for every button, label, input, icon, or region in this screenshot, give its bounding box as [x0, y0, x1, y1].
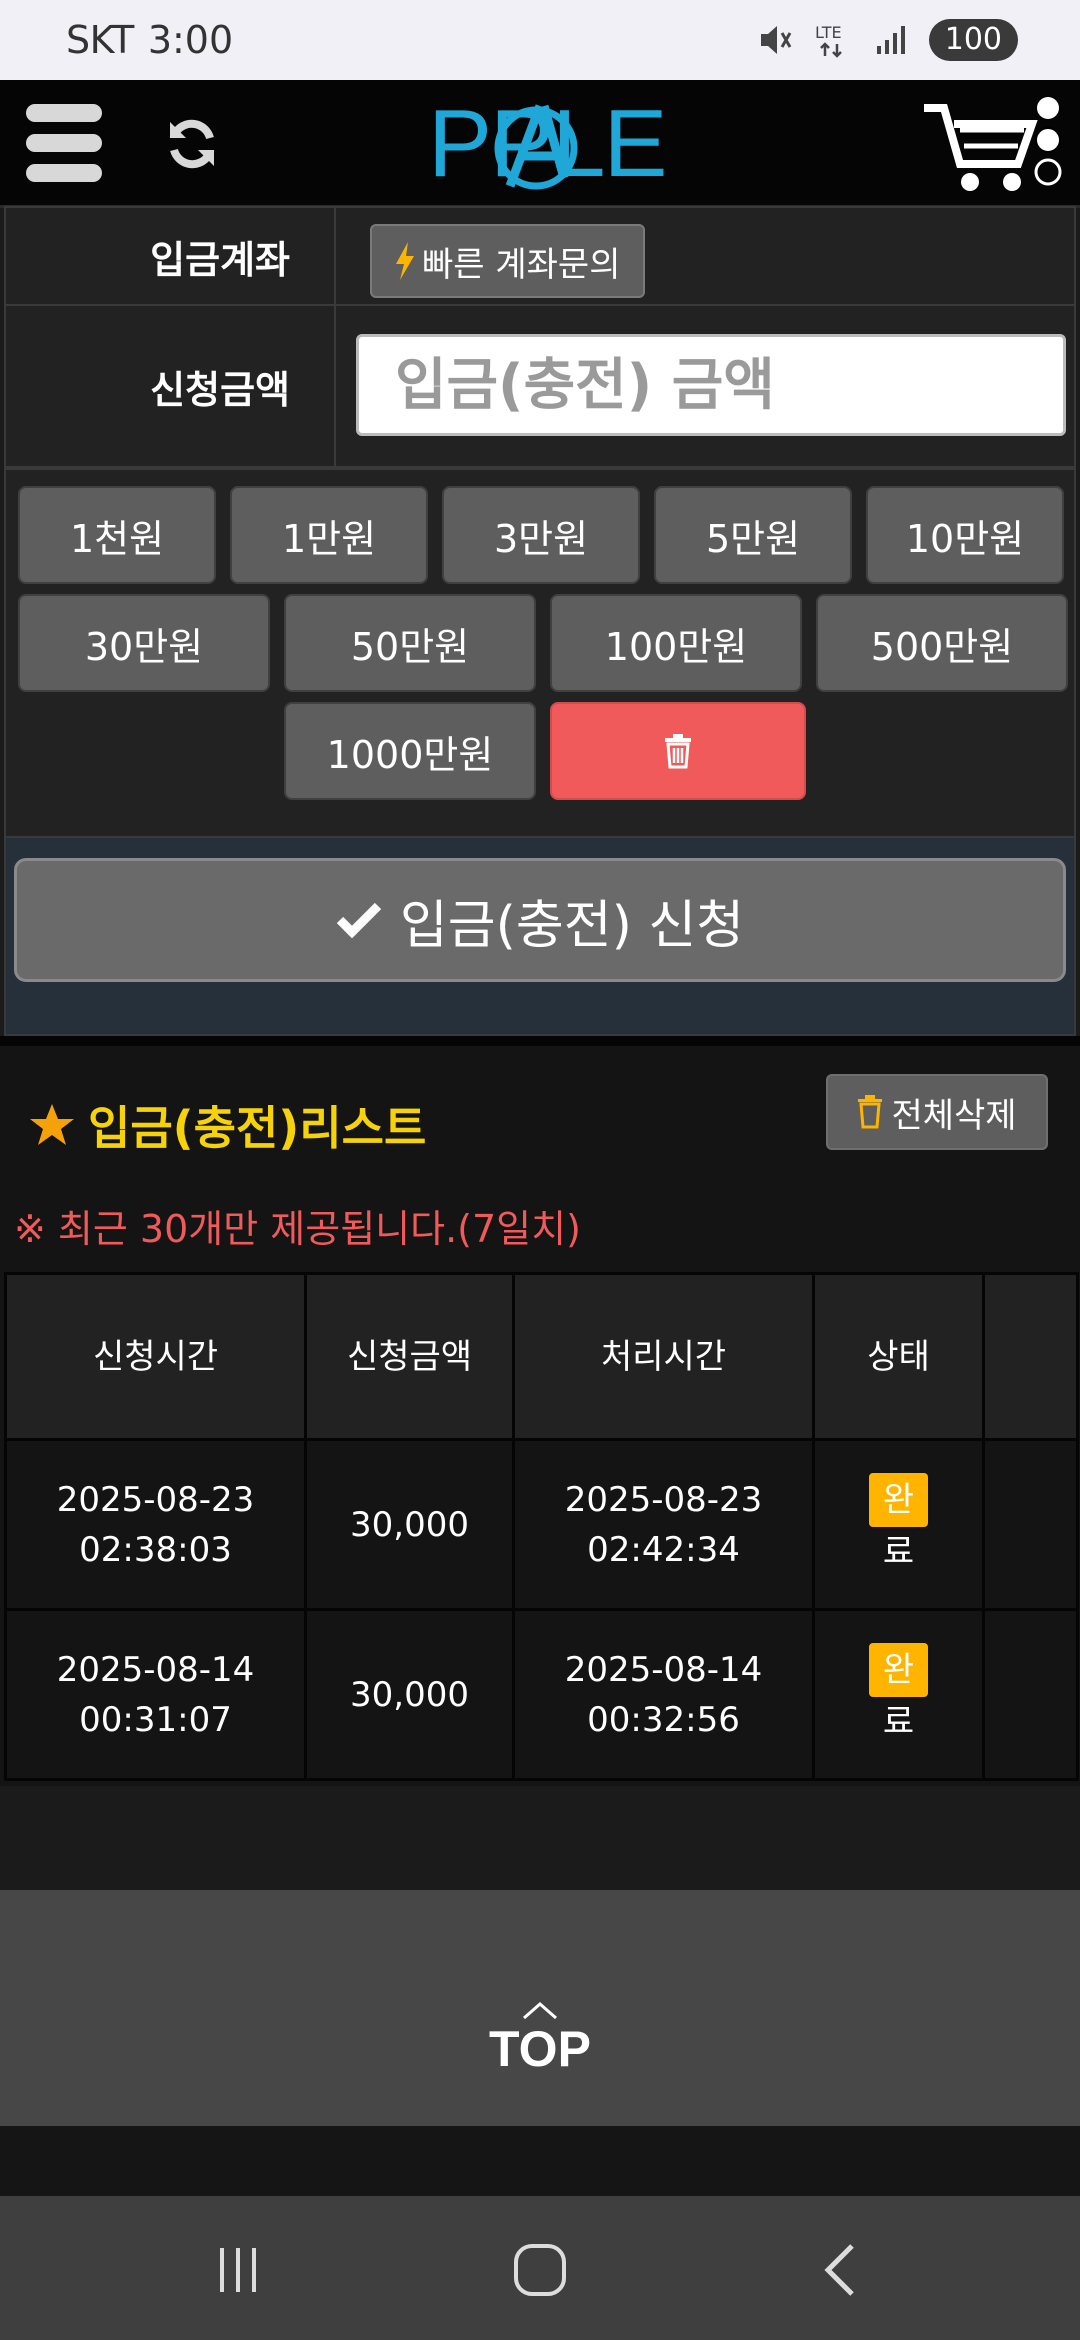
deposit-submit-label: 입금(충전) 신청: [399, 895, 745, 956]
scroll-top-button[interactable]: TOP: [470, 2000, 610, 2100]
col-extra: [982, 1272, 1079, 1441]
scroll-top-label: TOP: [489, 2021, 591, 2077]
account-label: 입금계좌: [6, 208, 336, 304]
processed-time-cell: 2025-08-23 02:42:34: [512, 1438, 815, 1611]
trash-icon: [665, 734, 691, 769]
quick-account-inquiry-button[interactable]: 빠른 계좌문의: [370, 224, 645, 298]
processed-clock: 00:32:56: [587, 1699, 740, 1740]
amount-cell: 30,000: [304, 1438, 515, 1611]
deposit-list-section: 입금(충전)리스트 전체삭제 ※ 최근 30개만 제공됩니다.(7일치) 신청시…: [0, 1046, 1080, 1886]
deposit-list-title-text: 입금(충전)리스트: [88, 1101, 427, 1155]
signal-icon: [876, 26, 905, 54]
cart-icon[interactable]: [920, 94, 1070, 198]
chip-30k[interactable]: 3만원: [442, 486, 640, 584]
deposit-history-table: 신청시간 신청금액 처리시간 상태 2025-08-23 02:38:03 30…: [4, 1272, 1079, 1781]
table-row: 2025-08-23 02:38:03 30,000 2025-08-23 02…: [4, 1438, 1079, 1611]
home-icon[interactable]: [510, 2240, 570, 2300]
delete-all-label: 전체삭제: [891, 1095, 1017, 1136]
status-badge: 완: [868, 1642, 929, 1697]
delete-all-button[interactable]: 전체삭제: [826, 1074, 1048, 1150]
status-badge: 완: [868, 1472, 929, 1527]
status-bar: SKT 3:00 LTE 100: [0, 0, 1080, 80]
recent-apps-icon[interactable]: [208, 2240, 268, 2300]
footer-bottom: [0, 2126, 1080, 2196]
chip-500k[interactable]: 50만원: [284, 594, 536, 692]
deposit-submit-button[interactable]: 입금(충전) 신청: [14, 858, 1066, 982]
list-notice: ※ 최근 30개만 제공됩니다.(7일치): [14, 1207, 581, 1251]
status-badge-rest: 료: [882, 1701, 915, 1742]
chip-5m[interactable]: 500만원: [816, 594, 1068, 692]
processed-clock: 02:42:34: [587, 1529, 740, 1570]
processed-date: 2025-08-14: [564, 1649, 763, 1690]
status-badge-rest: 료: [882, 1531, 915, 1572]
carrier-label: SKT: [66, 18, 134, 62]
check-icon: [336, 902, 382, 939]
mute-icon: [760, 26, 792, 54]
refresh-icon[interactable]: [162, 114, 222, 174]
hamburger-menu-icon[interactable]: [26, 104, 102, 184]
lightning-icon: [396, 242, 414, 280]
col-request-amount: 신청금액: [304, 1272, 515, 1441]
extra-cell: [982, 1438, 1079, 1611]
caret-up-icon: [523, 2002, 557, 2020]
footer-top-area: TOP: [0, 1890, 1080, 2126]
app-header: PPLE: [0, 80, 1080, 208]
status-cell: 완 료: [812, 1438, 985, 1611]
request-clock: 02:38:03: [79, 1529, 232, 1570]
clock-time: 3:00: [147, 18, 234, 62]
amount-row: 신청금액: [4, 304, 1076, 468]
chip-10k[interactable]: 1만원: [230, 486, 428, 584]
chip-50k[interactable]: 5만원: [654, 486, 852, 584]
section-divider: [0, 1036, 1080, 1046]
col-processed-time: 처리시간: [512, 1272, 815, 1441]
request-time-cell: 2025-08-23 02:38:03: [4, 1438, 307, 1611]
deposit-list-title: 입금(충전)리스트: [28, 1092, 426, 1158]
footer-spacer: [0, 1786, 1080, 1890]
trash-icon: [858, 1095, 883, 1129]
amount-chip-group: 1천원 1만원 3만원 5만원 10만원 30만원 50만원 100만원 500…: [4, 468, 1076, 838]
brand-logo-text: PPLE: [428, 90, 667, 197]
clear-amount-button[interactable]: [550, 702, 806, 800]
processed-date: 2025-08-23: [564, 1479, 763, 1520]
request-time-cell: 2025-08-14 00:31:07: [4, 1608, 307, 1781]
chip-100k[interactable]: 10만원: [866, 486, 1064, 584]
amount-label: 신청금액: [6, 306, 336, 466]
submit-area: 입금(충전) 신청: [4, 836, 1076, 1036]
col-status: 상태: [812, 1272, 985, 1441]
table-row: 2025-08-14 00:31:07 30,000 2025-08-14 00…: [4, 1608, 1079, 1781]
request-clock: 00:31:07: [79, 1699, 232, 1740]
amount-input[interactable]: [356, 334, 1066, 436]
extra-cell: [982, 1608, 1079, 1781]
amount-cell: 30,000: [304, 1608, 515, 1781]
star-icon: [30, 1104, 74, 1145]
account-row: 입금계좌 빠른 계좌문의: [4, 206, 1076, 306]
col-request-time: 신청시간: [4, 1272, 307, 1441]
lte-label: LTE: [815, 23, 842, 42]
back-icon[interactable]: [812, 2240, 872, 2300]
chip-300k[interactable]: 30만원: [18, 594, 270, 692]
battery-level: 100: [928, 19, 1018, 61]
chip-1m[interactable]: 100만원: [550, 594, 802, 692]
quick-account-inquiry-label: 빠른 계좌문의: [422, 244, 621, 285]
table-header-row: 신청시간 신청금액 처리시간 상태: [4, 1272, 1079, 1441]
chip-1k[interactable]: 1천원: [18, 486, 216, 584]
lte-icon: LTE: [815, 23, 842, 58]
request-date: 2025-08-14: [56, 1649, 255, 1690]
status-cell: 완 료: [812, 1608, 985, 1781]
processed-time-cell: 2025-08-14 00:32:56: [512, 1608, 815, 1781]
request-date: 2025-08-23: [56, 1479, 255, 1520]
system-nav-bar: [0, 2196, 1080, 2340]
chip-10m[interactable]: 1000만원: [284, 702, 536, 800]
